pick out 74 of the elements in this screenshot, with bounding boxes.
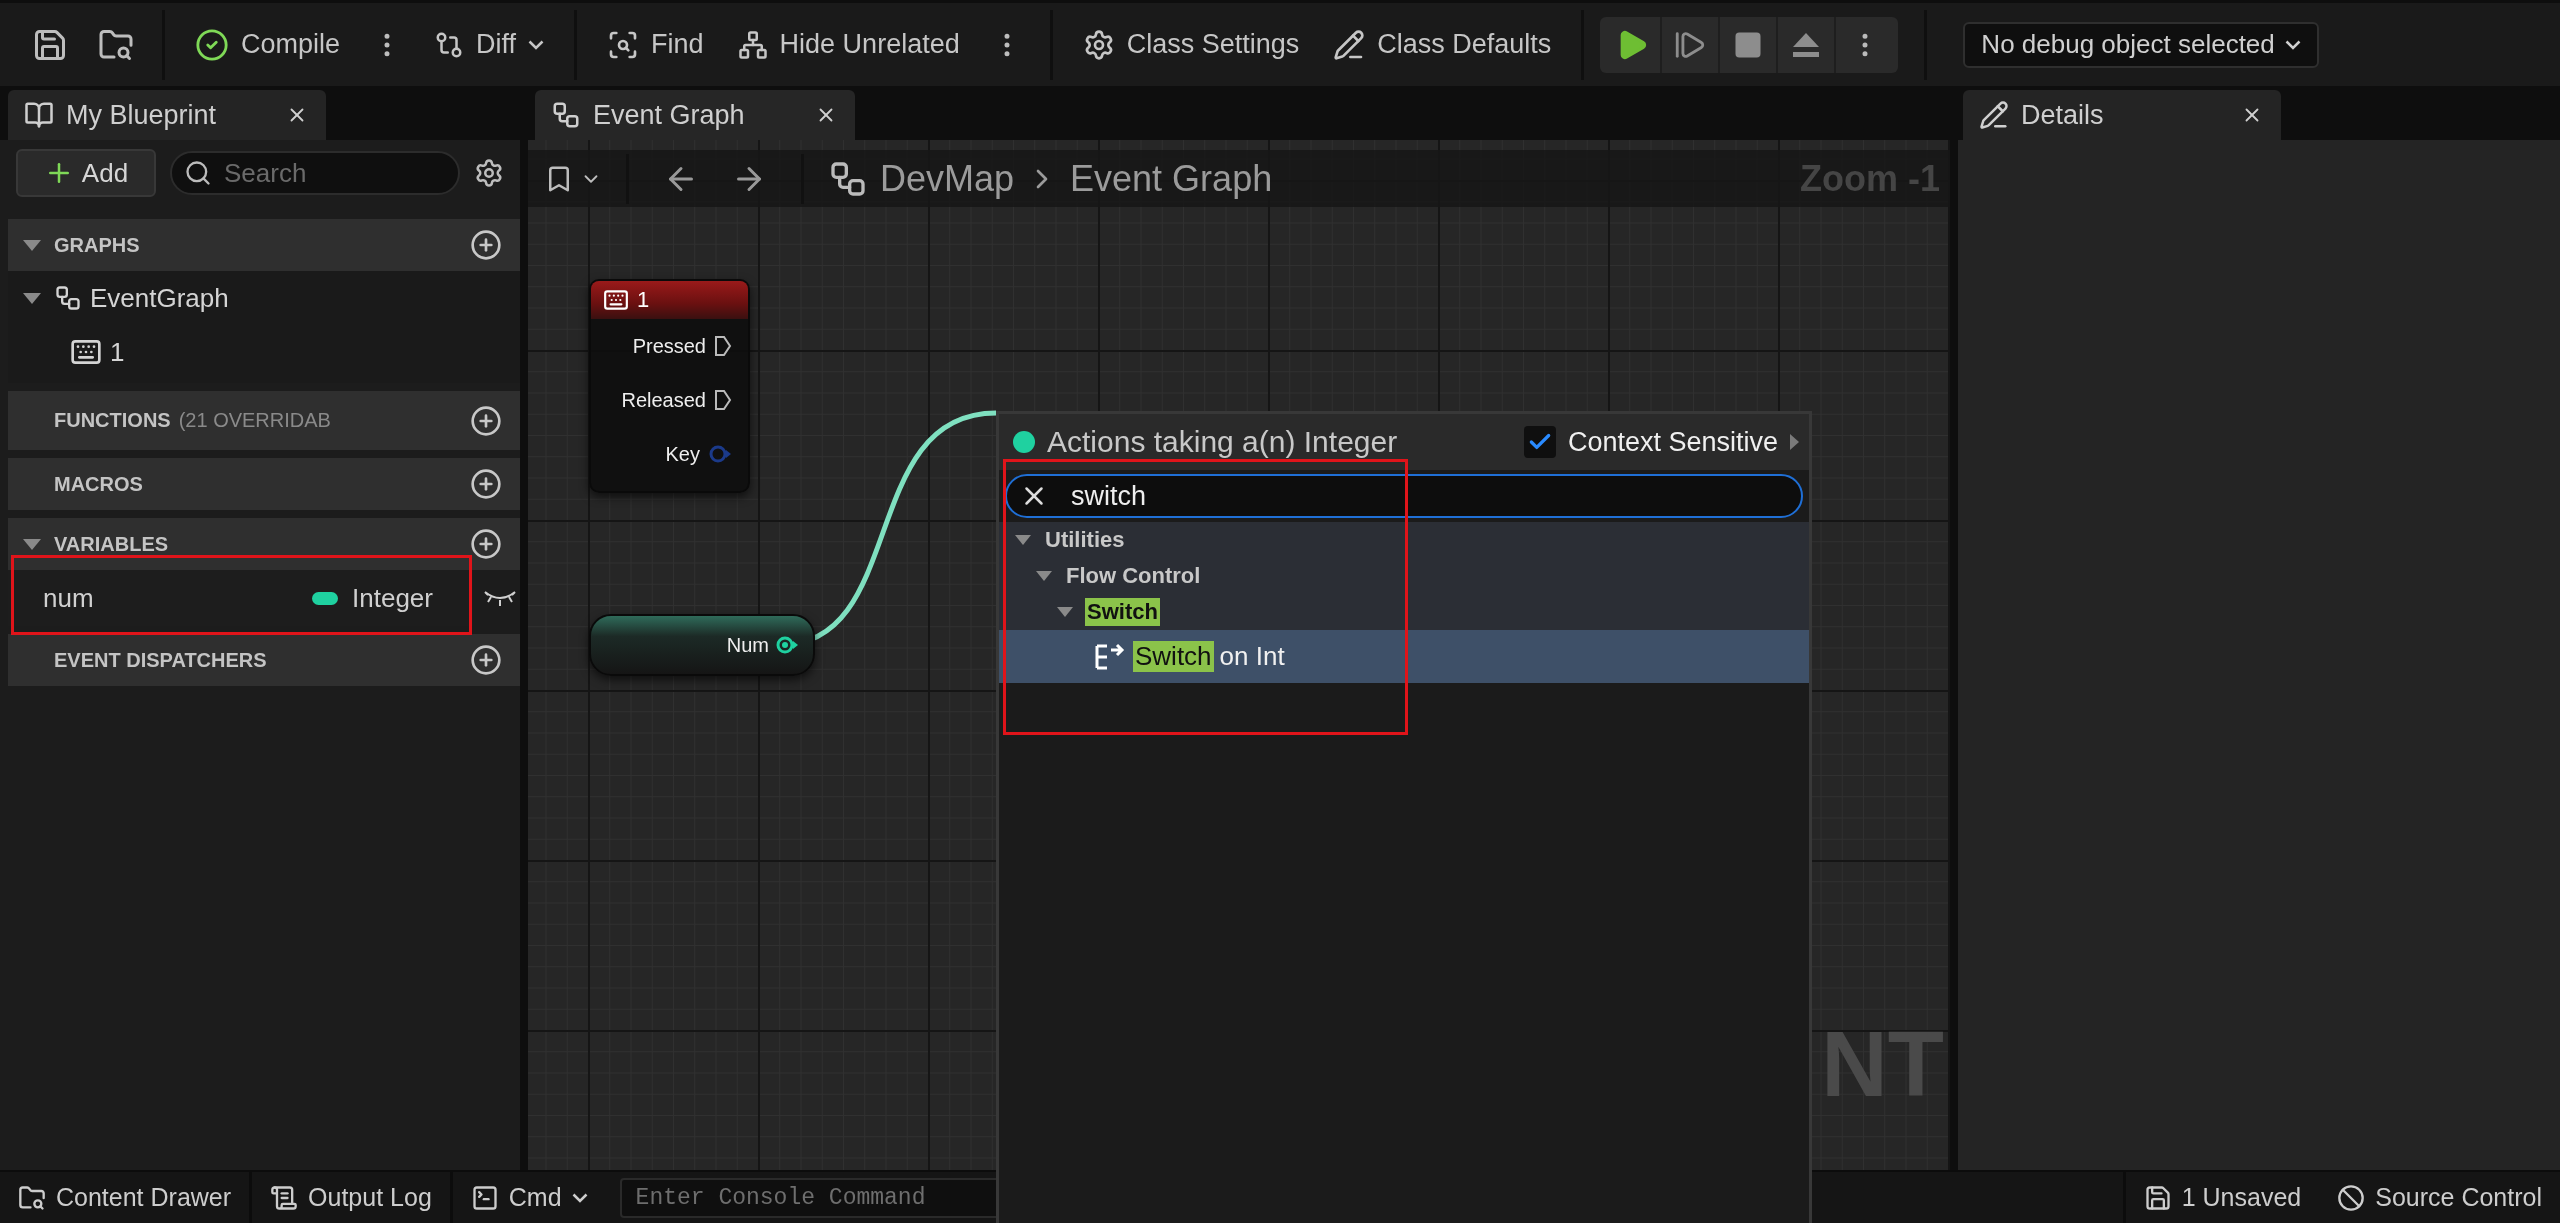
event-node[interactable]: 1 Pressed Released Key [589, 279, 750, 493]
action-item[interactable]: Switch on Int [999, 630, 1809, 683]
pin-label: Pressed [632, 334, 706, 358]
section-note: (21 OVERRIDAB [178, 409, 331, 432]
section-header[interactable]: GRAPHS [8, 219, 520, 271]
checkbox-label: Context Sensitive [1567, 426, 1778, 458]
breadcrumb-item[interactable]: Event Graph [1070, 157, 1273, 200]
blocked-icon [2337, 1183, 2366, 1212]
variable-node[interactable]: Num [589, 614, 815, 676]
data-pin-icon [708, 444, 732, 464]
panel-tab[interactable]: My Blueprint [8, 90, 326, 140]
action-search-field[interactable]: switch [1005, 474, 1803, 518]
integer-dot-icon [1013, 431, 1035, 453]
graph-item[interactable]: EventGraph [8, 271, 520, 325]
toolbar-button[interactable]: Find [593, 14, 718, 75]
pencil-icon [1979, 100, 2009, 130]
caret-icon [571, 1192, 588, 1203]
exec-pin-icon [714, 389, 732, 411]
toolbar-button[interactable]: Class Defaults [1319, 14, 1566, 75]
terminal-icon [470, 1183, 499, 1212]
context-checkbox[interactable] [1523, 426, 1556, 458]
status-button[interactable]: Output Log [252, 1172, 453, 1223]
compile-icon [195, 27, 229, 62]
toolbar-button[interactable]: Hide Unrelated [723, 14, 974, 75]
caret-icon[interactable] [23, 239, 41, 251]
add-icon[interactable] [470, 528, 502, 560]
toolbar-button[interactable]: Compile [181, 14, 355, 75]
add-icon[interactable] [470, 404, 502, 437]
pin-label: Num [726, 633, 769, 657]
caret-icon[interactable] [23, 538, 41, 550]
pencil-icon [1333, 28, 1366, 61]
hidden-eye-icon[interactable] [483, 588, 517, 608]
panel-tab[interactable]: Details [1963, 90, 2281, 140]
add-icon[interactable] [470, 644, 502, 676]
section-header[interactable]: MACROS [8, 458, 520, 510]
toolbar-button[interactable]: Diff [420, 14, 559, 75]
exec-pin-icon [714, 335, 732, 357]
book-icon [24, 100, 54, 130]
add-icon[interactable] [470, 468, 502, 500]
status-button[interactable]: 1 Unsaved [2122, 1172, 2320, 1223]
caret-icon [2284, 39, 2301, 50]
toolbar-button[interactable]: Class Settings [1068, 14, 1314, 75]
data-pin-icon [775, 635, 799, 655]
expand-arrow-icon[interactable] [1790, 434, 1799, 450]
cmd-dropdown[interactable]: Cmd [452, 1172, 606, 1223]
add-button[interactable]: Add [16, 149, 156, 197]
switch-node-icon [1093, 641, 1127, 672]
save-icon [2143, 1183, 2172, 1212]
section-header[interactable]: EVENT DISPATCHERS [8, 634, 520, 686]
search-icon [184, 159, 212, 187]
pin-label: Key [665, 442, 700, 466]
graph-icon [54, 284, 82, 312]
folder-icon [18, 1183, 46, 1212]
node-title: 1 [637, 287, 650, 313]
menu-title: Actions taking a(n) Integer [1047, 425, 1399, 459]
log-icon [270, 1183, 299, 1212]
graph-icon [551, 100, 581, 130]
section-header[interactable]: FUNCTIONS (21 OVERRIDAB [8, 391, 520, 450]
category-label[interactable]: Switch [1085, 598, 1160, 626]
graph-tab[interactable]: Event Graph [535, 90, 855, 140]
status-button[interactable]: Source Control [2319, 1172, 2560, 1223]
add-icon[interactable] [470, 229, 502, 261]
category-label[interactable]: Utilities [1043, 526, 1127, 554]
breadcrumb-item[interactable]: DevMap [880, 157, 1015, 200]
search-field[interactable]: Search [170, 151, 460, 195]
caret-icon [528, 39, 545, 50]
hide-unrelated-icon [737, 29, 768, 60]
keyboard-icon [603, 287, 629, 313]
section-header[interactable]: VARIABLES [8, 518, 520, 570]
status-button[interactable]: Content Drawer [0, 1172, 253, 1223]
event-item[interactable]: 1 [8, 325, 520, 379]
debug-object-dropdown[interactable]: No debug object selected [1963, 21, 2319, 68]
pin-label: Released [621, 388, 706, 412]
category-label[interactable]: Flow Control [1064, 562, 1203, 590]
